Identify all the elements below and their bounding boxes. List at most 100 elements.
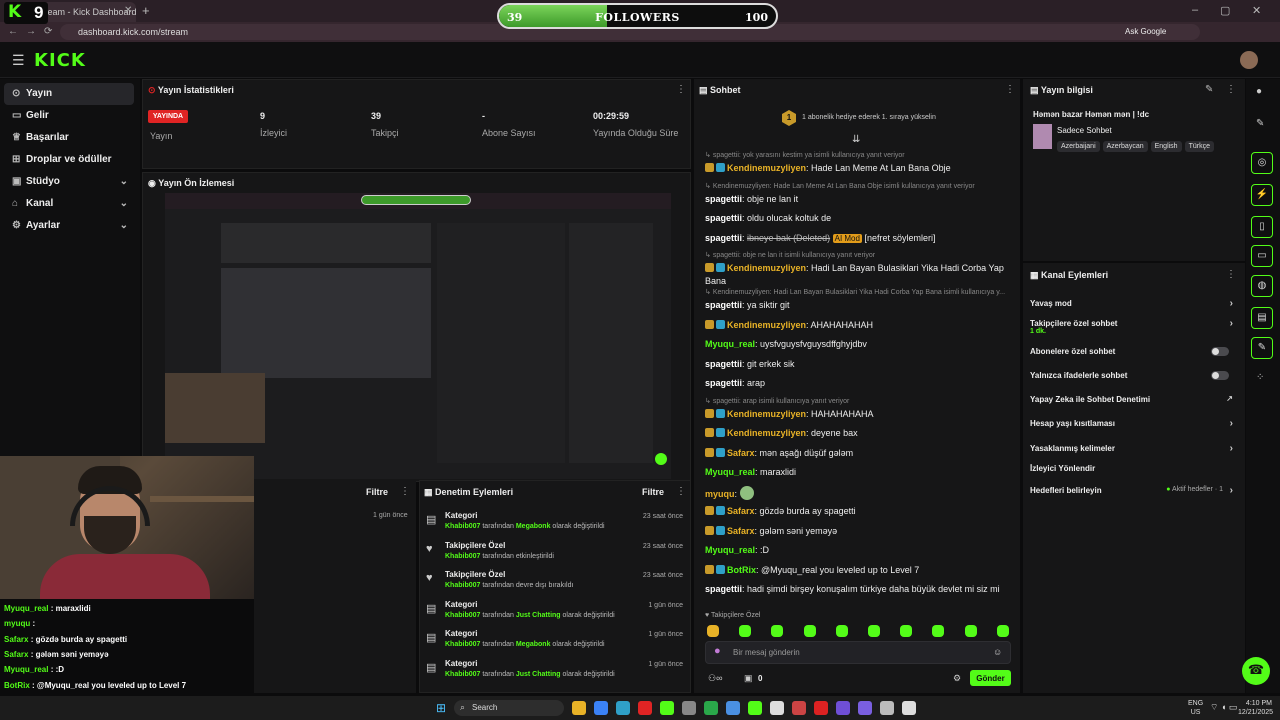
- action-item[interactable]: Takipçilere özel sohbet 1 dk. ›: [1030, 318, 1235, 335]
- taskbar-app-icon[interactable]: [902, 701, 916, 715]
- stream-tag[interactable]: English: [1150, 141, 1182, 152]
- taskbar-app-icon[interactable]: [572, 701, 586, 715]
- chat-username[interactable]: Safarx: [727, 448, 755, 458]
- chat-message[interactable]: Safarx: gözdə burda ay spagetti: [705, 505, 1005, 518]
- rail-button-3-icon[interactable]: ▯: [1251, 216, 1273, 238]
- chevron-down-icon[interactable]: ⌄: [120, 198, 128, 209]
- action-item[interactable]: Yasaklanmış kelimeler ›: [1030, 443, 1235, 454]
- moderation-row[interactable]: ▤ Kategori Khabib007 tarafından Megabonk o…: [426, 510, 689, 539]
- moderation-row[interactable]: ▤ Kategori Khabib007 tarafından Just Chatt…: [426, 658, 689, 687]
- action-item[interactable]: İzleyici Yönlendir: [1030, 464, 1235, 473]
- emote-icon[interactable]: [707, 625, 719, 637]
- chat-message[interactable]: Myuqu_real: uysfvguysfvguysdffghyjdbv: [705, 338, 1005, 351]
- chat-username[interactable]: Myuqu_real: [705, 545, 755, 555]
- edit-icon[interactable]: ✎: [1205, 84, 1213, 95]
- close-window-icon[interactable]: ✕: [1252, 4, 1261, 17]
- more-icon[interactable]: ⋮: [400, 486, 410, 497]
- moderation-row[interactable]: ▤ Kategori Khabib007 tarafından Just Chatt…: [426, 599, 689, 628]
- chat-username[interactable]: spagettii: [705, 378, 742, 388]
- chat-message[interactable]: Kendinemuzyliyen: Hadi Lan Bayan Bulasik…: [705, 262, 1005, 288]
- chat-username[interactable]: Myuqu_real: [705, 467, 755, 477]
- chat-username[interactable]: spagettii: [705, 300, 742, 310]
- sidebar-item-2[interactable]: ♕ Başarılar: [4, 127, 134, 149]
- taskbar-app-icon[interactable]: [858, 701, 872, 715]
- rail-button-4-icon[interactable]: ▭: [1251, 245, 1273, 267]
- chat-username[interactable]: spagettii: [705, 233, 742, 243]
- support-chat-icon[interactable]: ☎: [1242, 657, 1270, 685]
- taskbar-app-icon[interactable]: [814, 701, 828, 715]
- rail-button-1-icon[interactable]: ◎: [1251, 152, 1273, 174]
- taskbar-app-icon[interactable]: [704, 701, 718, 715]
- chat-message[interactable]: BotRix: @Myuqu_real you leveled up to Le…: [705, 564, 1005, 577]
- moderation-filter-button[interactable]: Filtre: [642, 487, 664, 497]
- action-item[interactable]: Yavaş mod ›: [1030, 298, 1235, 309]
- stream-tag[interactable]: Azerbaycan: [1102, 141, 1148, 152]
- moderation-row[interactable]: ♥ Takipçilere Özel Khabib007 tarafından et…: [426, 540, 689, 569]
- chat-message[interactable]: Kendinemuzyliyen: AHAHAHAHAH: [705, 319, 1005, 332]
- emote-icon[interactable]: [868, 625, 880, 637]
- users-icon[interactable]: ⚇∞: [708, 673, 722, 684]
- chat-username[interactable]: Myuqu_real: [705, 339, 755, 349]
- send-button[interactable]: Gönder: [970, 670, 1011, 686]
- stream-preview-video[interactable]: [165, 193, 671, 479]
- system-tray-icon[interactable]: ⌔ ◖ ▭: [1210, 702, 1237, 713]
- action-item[interactable]: Hedefleri belirleyin ● Aktif hedefler · 1…: [1030, 485, 1235, 496]
- taskbar-app-icon[interactable]: [660, 701, 674, 715]
- toggle-switch[interactable]: [1211, 371, 1229, 380]
- sidebar-item-6[interactable]: ⚙ Ayarlar ⌄: [4, 215, 134, 237]
- chat-message[interactable]: Safarx: gələm səni yeməyə: [705, 525, 1005, 538]
- stream-tag[interactable]: Azerbaijani: [1057, 141, 1100, 152]
- toggle-switch[interactable]: [1211, 347, 1229, 356]
- chat-message[interactable]: spagettii: git erkek sik: [705, 358, 1005, 371]
- avatar[interactable]: [1240, 51, 1258, 69]
- emote-icon[interactable]: [835, 625, 848, 637]
- chat-settings-icon[interactable]: ⚙: [953, 673, 961, 684]
- language-indicator[interactable]: ENG US: [1188, 699, 1203, 717]
- taskbar-app-icon[interactable]: [682, 701, 696, 715]
- moderation-row[interactable]: ▤ Kategori Khabib007 tarafından Megabonk o…: [426, 628, 689, 657]
- gift-banner[interactable]: 1 abonelik hediye ederek 1. sıraya yükse…: [802, 114, 936, 121]
- pencil-icon[interactable]: ✎: [1256, 118, 1264, 129]
- chat-message[interactable]: spagettii: ibneye bak (Deleted) AI Mod […: [705, 232, 1005, 245]
- chat-username[interactable]: Safarx: [727, 526, 755, 536]
- taskbar-app-icon[interactable]: [792, 701, 806, 715]
- stream-tag[interactable]: Türkçe: [1184, 141, 1214, 152]
- chat-username[interactable]: BotRix: [727, 565, 756, 575]
- more-icon[interactable]: ⋮: [676, 486, 686, 497]
- chat-message[interactable]: myuqu:: [705, 485, 1005, 501]
- chat-message[interactable]: spagettii: arap: [705, 377, 1005, 390]
- chevron-right-icon[interactable]: ›: [1230, 485, 1233, 496]
- emote-icon[interactable]: [996, 625, 1009, 637]
- moderation-row[interactable]: ♥ Takipçilere Özel Khabib007 tarafından de…: [426, 569, 689, 598]
- action-item[interactable]: Hesap yaşı kısıtlaması ›: [1030, 418, 1235, 429]
- filter-button[interactable]: Filtre: [366, 487, 388, 497]
- sidebar-item-4[interactable]: ▣ Stüdyo ⌄: [4, 171, 134, 193]
- sidebar-item-1[interactable]: ▭ Gelir: [4, 105, 134, 127]
- taskbar-app-icon[interactable]: [594, 701, 608, 715]
- maximize-icon[interactable]: ▢: [1220, 4, 1230, 17]
- emote-icon[interactable]: [932, 625, 945, 637]
- emote-icon[interactable]: [771, 625, 784, 637]
- chat-username[interactable]: spagettii: [705, 194, 742, 204]
- chevron-down-icon[interactable]: ⌄: [120, 176, 128, 187]
- chat-username[interactable]: Kendinemuzyliyen: [727, 320, 806, 330]
- chat-username[interactable]: Kendinemuzyliyen: [727, 163, 806, 173]
- clock[interactable]: 4:10 PM 12/21/2025: [1238, 699, 1273, 717]
- chat-username[interactable]: Kendinemuzyliyen: [727, 409, 806, 419]
- nav-buttons-icon[interactable]: ←→⟳: [8, 26, 60, 37]
- more-icon[interactable]: ⋮: [1226, 269, 1236, 280]
- chevron-right-icon[interactable]: ›: [1230, 443, 1233, 454]
- emote-icon[interactable]: [964, 625, 977, 637]
- sidebar-item-0[interactable]: ⊙ Yayın: [4, 83, 134, 105]
- action-item[interactable]: Yapay Zeka ile Sohbet Denetimi ↗: [1030, 394, 1235, 404]
- more-icon[interactable]: ⋮: [676, 84, 686, 95]
- windows-start-icon[interactable]: ⊞: [436, 701, 446, 715]
- chat-username[interactable]: Kendinemuzyliyen: [727, 428, 806, 438]
- chat-message[interactable]: Myuqu_real: maraxlidi: [705, 466, 1005, 479]
- apps-icon[interactable]: ⁘: [1256, 372, 1264, 383]
- taskbar-app-icon[interactable]: [616, 701, 630, 715]
- chevron-right-icon[interactable]: ›: [1230, 418, 1233, 429]
- taskbar-app-icon[interactable]: [770, 701, 784, 715]
- new-tab-icon[interactable]: +: [142, 3, 150, 18]
- rail-button-2-icon[interactable]: ⚡: [1251, 184, 1273, 206]
